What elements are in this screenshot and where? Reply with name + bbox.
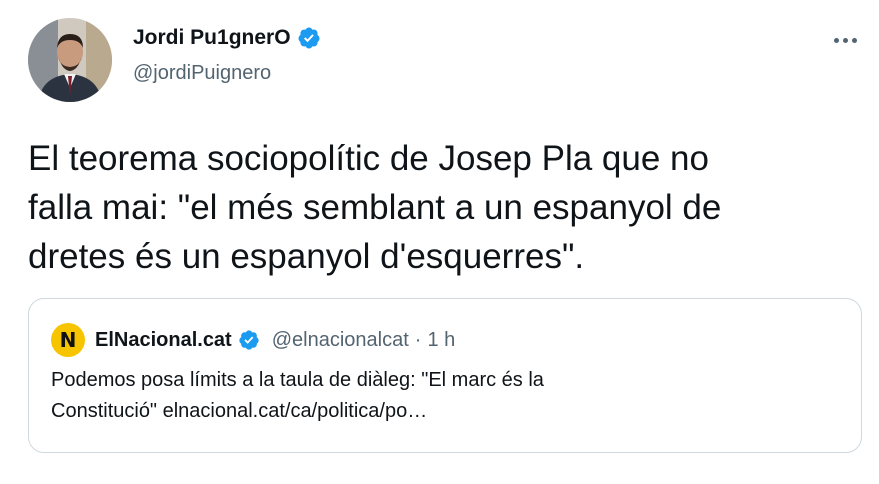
more-dot [833, 37, 839, 43]
verified-badge-icon [297, 26, 321, 50]
author-name-row: Jordi Pu1gnerO [133, 26, 321, 50]
quoted-separator: · [414, 328, 422, 351]
quoted-author-display-name: ElNacional.cat [95, 328, 232, 351]
quoted-author-avatar: N [51, 323, 85, 357]
author-handle[interactable]: @jordiPuignero [133, 62, 271, 85]
quoted-timestamp[interactable]: 1 h [427, 329, 455, 352]
quoted-tweet-header: N ElNacional.cat @elnacionalcat · 1 h [51, 323, 455, 357]
quoted-tweet-card[interactable]: N ElNacional.cat @elnacionalcat · 1 h Po… [28, 298, 862, 453]
verified-badge-icon [238, 329, 260, 351]
more-dot [851, 37, 857, 43]
author-avatar[interactable] [28, 18, 112, 102]
tweet-text: El teorema sociopolític de Josep Pla que… [28, 139, 722, 276]
more-dot [842, 37, 848, 43]
more-options-icon[interactable] [829, 30, 861, 50]
quoted-author-handle: @elnacionalcat [271, 328, 409, 351]
quoted-tweet-text: Podemos posa límits a la taula de diàleg… [51, 369, 544, 422]
author-display-name[interactable]: Jordi Pu1gnerO [133, 26, 291, 50]
